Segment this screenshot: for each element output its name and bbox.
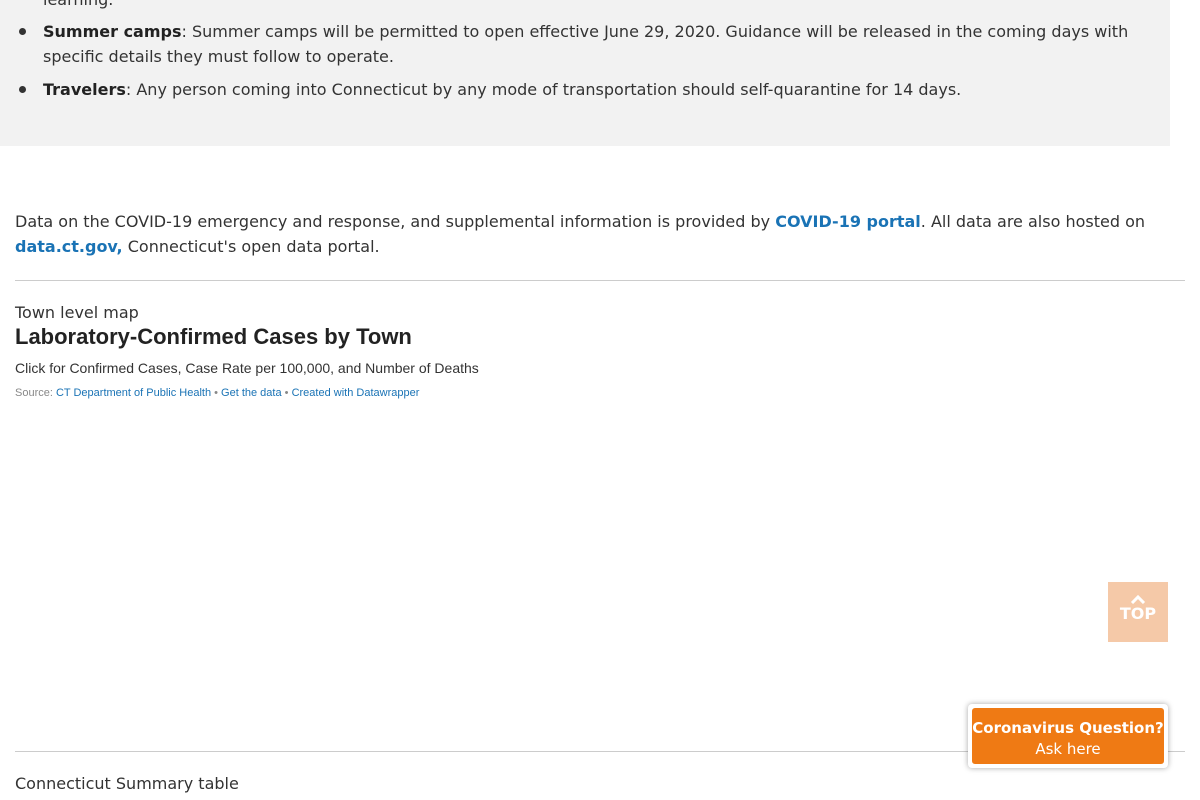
guidance-item-partial: learning. [43,0,1163,12]
source-prefix: Source: [15,387,56,399]
back-to-top-button[interactable]: TOP [1108,582,1168,642]
separator-bullet: • [284,387,289,399]
guidance-item-travelers: Travelers: Any person coming into Connec… [19,77,1163,102]
intro-text-before: Data on the COVID-19 emergency and respo… [15,212,776,231]
data-intro-paragraph: Data on the COVID-19 emergency and respo… [15,209,1175,259]
ask-widget-subtitle: Ask here [1035,740,1101,758]
separator-bullet: • [214,387,218,399]
ask-widget: Coronavirus Question? Ask here [968,704,1168,768]
divider [15,280,1185,281]
chevron-up-icon [1130,594,1146,604]
guidance-text: : Summer camps will be permitted to open… [43,22,1129,66]
covid-portal-link[interactable]: COVID-19 portal [775,212,921,231]
map-source-line: Source: CT Department of Public Health •… [15,386,419,400]
map-description: Click for Confirmed Cases, Case Rate per… [15,360,479,376]
guidance-text: : Any person coming into Connecticut by … [125,80,962,99]
guidance-term: Travelers [43,80,126,99]
ask-widget-title: Coronavirus Question? [972,719,1164,737]
map-title: Laboratory-Confirmed Cases by Town [15,324,412,349]
guidance-item-summer-camps: Summer camps: Summer camps will be permi… [19,19,1163,69]
intro-text-middle: . All data are also hosted on [920,212,1145,231]
guidance-partial-text: learning. [43,0,113,9]
town-map-label: Town level map [15,303,139,322]
summary-table-label: Connecticut Summary table [15,774,239,793]
source-link-ct-dph[interactable]: CT Department of Public Health [56,387,211,399]
top-button-label: TOP [1119,604,1157,623]
get-the-data-link[interactable]: Get the data [221,387,282,399]
intro-text-after: Connecticut's open data portal. [122,237,380,256]
ask-question-button[interactable]: Coronavirus Question? Ask here [972,708,1164,764]
datawrapper-link[interactable]: Created with Datawrapper [292,387,420,399]
data-ct-gov-link[interactable]: data.ct.gov, [15,237,123,256]
guidance-term: Summer camps [43,22,182,41]
